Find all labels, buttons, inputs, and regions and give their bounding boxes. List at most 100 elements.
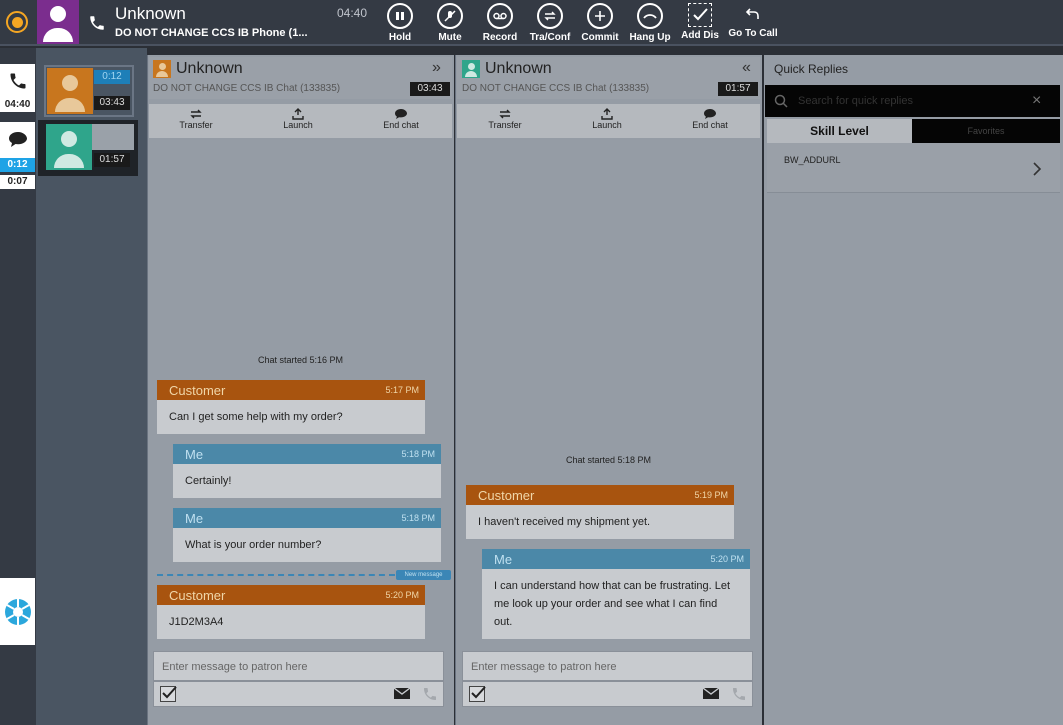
hang-up-label: Hang Up	[629, 32, 671, 43]
interaction-card-1[interactable]: 0:12 03:43	[44, 65, 134, 117]
interaction-timer-badge: 01:57	[94, 153, 130, 167]
message-sender: Customer	[478, 487, 535, 503]
message-bubble: Customer 5:17 PM Can I get some help with…	[157, 380, 425, 434]
message-sender: Me	[185, 446, 204, 462]
call-timer: 04:40	[337, 6, 368, 20]
chat-timer: 03:43	[410, 82, 450, 96]
contact-avatar	[47, 68, 93, 114]
mic-mute-icon	[437, 3, 463, 29]
commit-label: Commit	[581, 32, 619, 43]
message-time: 5:19 PM	[694, 490, 728, 500]
go-to-call-button[interactable]: Go To Call	[723, 3, 783, 45]
expand-panel-icon[interactable]: »	[432, 59, 441, 77]
message-text: I haven't received my shipment yet.	[466, 505, 734, 539]
transfer-label: Transfer	[179, 120, 213, 130]
add-disposition-button[interactable]: Add Dis	[670, 3, 730, 45]
transfer-arrows-icon	[170, 108, 222, 120]
email-icon[interactable]	[394, 688, 410, 699]
contact-avatar	[37, 0, 79, 44]
message-sender: Me	[185, 510, 204, 526]
interaction-card-2[interactable]: 01:57	[38, 120, 138, 176]
search-placeholder: Search for quick replies	[798, 95, 913, 107]
chat-channel-time-primary: 0:12	[0, 158, 35, 172]
end-chat-button[interactable]: End chat	[375, 108, 427, 130]
phone-icon	[88, 14, 106, 32]
phone-icon	[10, 73, 25, 89]
hangup-icon	[637, 3, 663, 29]
new-message-marker: New message	[396, 570, 451, 580]
search-icon	[774, 94, 788, 108]
upload-tray-icon	[581, 108, 633, 120]
interaction-wait-badge: 0:12	[94, 70, 130, 84]
contact-avatar	[153, 60, 171, 78]
end-chat-label: End chat	[383, 120, 419, 130]
launch-button[interactable]: Launch	[581, 108, 633, 130]
message-time: 5:20 PM	[710, 554, 744, 564]
record-label: Record	[482, 32, 518, 43]
message-sender: Customer	[169, 587, 226, 603]
skill-line: DO NOT CHANGE CCS IB Phone (1...	[115, 27, 308, 39]
checkbox-check-icon[interactable]	[469, 686, 486, 702]
chat-bubble-icon	[684, 108, 736, 120]
end-chat-button[interactable]: End chat	[684, 108, 736, 130]
quick-replies-title: Quick Replies	[774, 62, 849, 76]
contact-avatar	[462, 60, 480, 78]
transfer-arrows-icon	[537, 3, 563, 29]
chat-bubble-icon	[8, 132, 27, 147]
message-time: 5:18 PM	[401, 449, 435, 459]
interaction-timer-badge: 03:43	[94, 96, 130, 110]
quick-reply-item[interactable]	[767, 143, 1060, 193]
message-input[interactable]: Enter message to patron here	[462, 651, 753, 681]
quick-reply-label: BW_ADDURL	[784, 155, 841, 165]
message-text: J1D2M3A4	[157, 605, 425, 639]
return-arrow-icon	[742, 3, 764, 25]
chat-channel-button[interactable]	[0, 122, 35, 158]
message-bubble: Customer 5:20 PM J1D2M3A4	[157, 585, 425, 639]
collapse-panel-icon[interactable]: «	[742, 59, 751, 77]
phone-icon[interactable]	[422, 686, 438, 702]
message-text: I can understand how that can be frustra…	[482, 569, 750, 639]
agent-status-icon[interactable]	[6, 11, 28, 33]
message-bubble: Me 5:20 PM I can understand how that can …	[482, 549, 750, 639]
message-time: 5:20 PM	[385, 590, 419, 600]
chevron-right-icon	[1032, 162, 1042, 176]
transfer-button[interactable]: Transfer	[479, 108, 531, 130]
launch-button[interactable]: Launch	[272, 108, 324, 130]
go-to-call-label: Go To Call	[728, 28, 778, 39]
plus-circle-icon	[587, 3, 613, 29]
transfer-conference-label: Tra/Conf	[529, 32, 571, 43]
phone-channel-time: 04:40	[0, 98, 35, 112]
contact-name: Unknown	[115, 4, 186, 23]
pause-icon	[387, 3, 413, 29]
app-logo-button[interactable]	[0, 578, 35, 645]
tab-skill-level[interactable]: Skill Level	[767, 119, 912, 143]
add-disposition-label: Add Dis	[681, 30, 719, 41]
message-bubble: Me 5:18 PM Certainly!	[173, 444, 441, 498]
checkbox-check-icon[interactable]	[160, 686, 177, 702]
phone-channel-button[interactable]	[0, 64, 35, 98]
message-time: 5:18 PM	[401, 513, 435, 523]
email-icon[interactable]	[703, 688, 719, 699]
message-text: What is your order number?	[173, 528, 441, 562]
chat-channel-time-secondary: 0:07	[0, 175, 35, 189]
transfer-button[interactable]: Transfer	[170, 108, 222, 130]
message-sender: Me	[494, 551, 513, 567]
new-message-divider	[157, 574, 395, 576]
aperture-logo-icon	[4, 598, 31, 625]
launch-label: Launch	[592, 120, 622, 130]
phone-icon[interactable]	[731, 686, 747, 702]
contact-avatar	[46, 124, 92, 170]
chat-skill-line: DO NOT CHANGE CCS IB Chat (133835)	[153, 83, 341, 94]
voicemail-icon	[487, 3, 513, 29]
launch-label: Launch	[283, 120, 313, 130]
message-text: Certainly!	[173, 464, 441, 498]
message-text: Can I get some help with my order?	[157, 400, 425, 434]
chat-skill-line: DO NOT CHANGE CCS IB Chat (133835)	[462, 83, 650, 94]
transfer-label: Transfer	[488, 120, 522, 130]
message-input[interactable]: Enter message to patron here	[153, 651, 444, 681]
tab-favorites[interactable]: Favorites	[912, 119, 1060, 143]
clear-search-icon[interactable]: ×	[1032, 92, 1041, 110]
message-time: 5:17 PM	[385, 385, 419, 395]
message-bubble: Me 5:18 PM What is your order number?	[173, 508, 441, 562]
chat-timer: 01:57	[718, 82, 758, 96]
